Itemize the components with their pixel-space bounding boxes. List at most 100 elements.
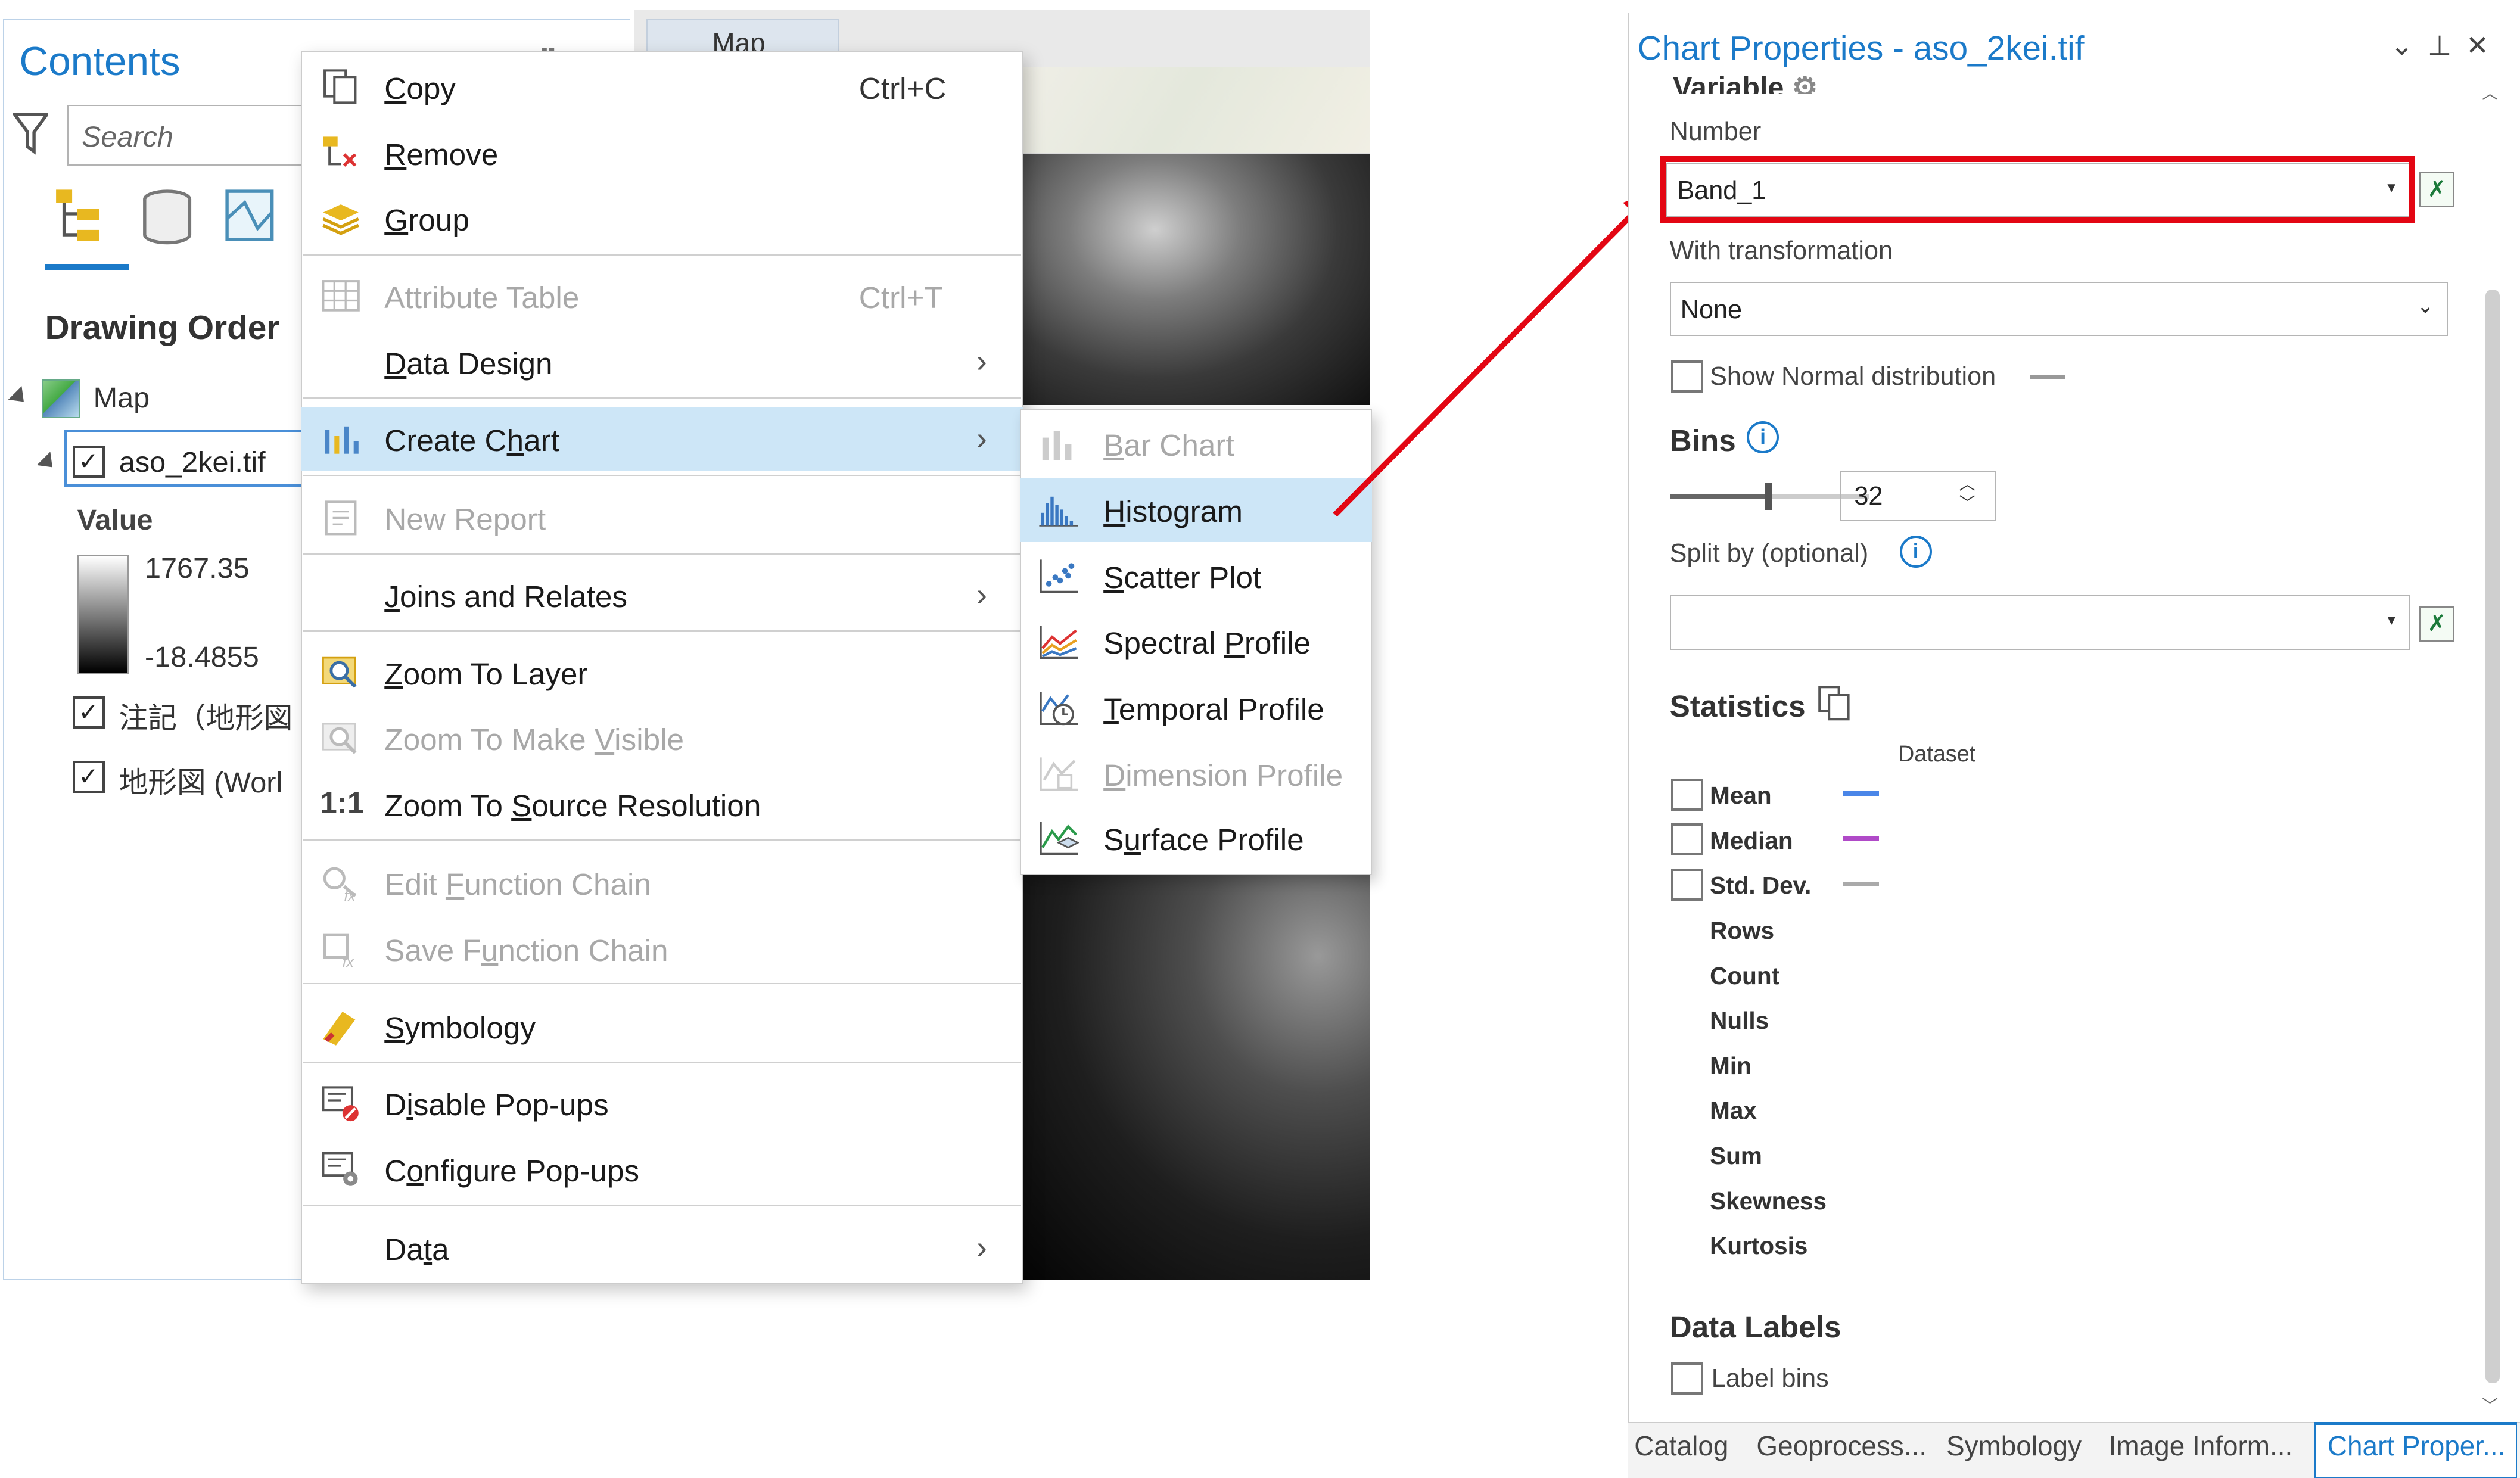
scroll-up-icon[interactable]: ︿ <box>2482 80 2498 104</box>
map-topographic-basemap[interactable] <box>1023 67 1371 155</box>
menu-item-remove[interactable]: Remove <box>301 121 1023 185</box>
chevron-right-icon: › <box>976 1229 987 1265</box>
submenu-item-scatter-plot[interactable]: Scatter Plot <box>1020 544 1372 608</box>
legend-value-label: Value <box>77 504 153 537</box>
mean-line-swatch <box>1843 791 1879 796</box>
pin-icon[interactable]: ⊥ <box>2428 30 2466 61</box>
normal-line-swatch <box>2030 375 2065 380</box>
split-by-dropdown[interactable]: ▾ <box>1669 595 2410 650</box>
save-function-chain-icon: fx <box>323 933 354 968</box>
menu-separator <box>302 982 1022 985</box>
legend-max-value: 1767.35 <box>145 552 250 585</box>
settings-icon: ⚙ <box>1791 71 1818 94</box>
menu-item-group[interactable]: Group <box>301 186 1023 251</box>
tab-catalog[interactable]: Catalog <box>1634 1430 1728 1462</box>
with-transformation-label: With transformation <box>1669 236 1893 265</box>
scatter-plot-icon <box>1040 559 1078 593</box>
legend-color-ramp <box>77 555 129 674</box>
bins-heading: Bins <box>1669 424 1736 458</box>
list-by-drawing-order-icon[interactable] <box>51 186 109 248</box>
close-icon[interactable]: ✕ <box>2466 30 2503 61</box>
menu-item-data-design[interactable]: Data Design › <box>301 330 1023 394</box>
menu-item-symbology[interactable]: Symbology <box>301 994 1023 1059</box>
scroll-down-icon[interactable]: ﹀ <box>2482 1393 2498 1416</box>
copy-icon <box>323 69 357 104</box>
std-dev-line-swatch <box>1843 881 1879 886</box>
menu-item-zoom-to-layer[interactable]: Zoom To Layer <box>301 640 1023 705</box>
median-label: Median <box>1710 826 1793 854</box>
report-icon <box>325 500 357 536</box>
menu-separator <box>302 1062 1022 1063</box>
tab-image-information[interactable]: Image Inform... <box>2109 1430 2293 1462</box>
menu-item-copy[interactable]: Copy Ctrl+C <box>301 55 1023 119</box>
show-normal-checkbox[interactable] <box>1671 360 1704 393</box>
split-by-info-icon[interactable]: i <box>1899 536 1932 568</box>
bins-slider-thumb[interactable] <box>1764 483 1773 510</box>
submenu-item-spectral-profile[interactable]: Spectral Profile <box>1020 609 1372 674</box>
disable-popups-icon <box>322 1086 359 1121</box>
bins-slider-fill <box>1669 493 1769 499</box>
layer-name[interactable]: aso_2kei.tif <box>119 446 266 479</box>
menu-item-attribute-table[interactable]: Attribute Table Ctrl+T <box>301 264 1023 328</box>
pane-scrollbar-thumb[interactable] <box>2485 290 2500 1383</box>
map-tree-label[interactable]: Map <box>94 381 150 415</box>
list-by-selection-icon[interactable] <box>222 186 280 248</box>
layer3-name[interactable]: 地形図 (Worl <box>119 759 282 801</box>
menu-item-edit-function-chain[interactable]: fx Edit Function Chain <box>301 851 1023 915</box>
group-layers-icon <box>322 204 360 235</box>
chevron-down-icon: ⌄ <box>2416 294 2434 318</box>
show-normal-label: Show Normal distribution <box>1710 362 1996 391</box>
bins-spinner[interactable]: ︿ ﹀ <box>1959 475 1975 514</box>
annotation-highlight-box <box>1660 155 2415 224</box>
statistics-heading: Statistics <box>1669 689 1806 723</box>
menu-item-zoom-to-make-visible[interactable]: Zoom To Make Visible <box>301 706 1023 770</box>
submenu-item-surface-profile[interactable]: Surface Profile <box>1020 806 1372 870</box>
temporal-profile-icon <box>1040 691 1078 725</box>
spin-down-icon[interactable]: ﹀ <box>1959 494 1975 513</box>
menu-item-disable-popups[interactable]: Disable Pop-ups <box>301 1071 1023 1135</box>
menu-item-configure-popups[interactable]: Configure Pop-ups <box>301 1137 1023 1202</box>
pane-controls: ⌄⊥✕ <box>2390 29 2503 61</box>
split-expression-icon[interactable]: ✗ <box>2419 606 2455 642</box>
layer2-name[interactable]: 注記（地形図 <box>119 695 293 736</box>
menu-item-joins-relates[interactable]: Joins and Relates › <box>301 563 1023 627</box>
menu-item-save-function-chain[interactable]: fx Save Function Chain <box>301 917 1023 981</box>
submenu-item-temporal-profile[interactable]: Temporal Profile <box>1020 676 1372 740</box>
list-by-source-icon[interactable] <box>138 186 196 248</box>
menu-item-create-chart[interactable]: Create Chart › <box>300 407 1023 472</box>
filter-icon[interactable] <box>13 110 48 158</box>
map-elevation-raster[interactable] <box>1023 154 1371 406</box>
map-elevation-raster-lower[interactable] <box>1023 875 1371 1281</box>
transformation-dropdown[interactable]: None ⌄ <box>1669 281 2449 337</box>
tab-geoprocessing[interactable]: Geoprocess... <box>1756 1430 1927 1462</box>
median-line-swatch <box>1843 836 1879 842</box>
layer3-visibility-checkbox[interactable]: ✓ <box>72 761 105 794</box>
menu-item-data[interactable]: Data › <box>301 1216 1023 1280</box>
expression-icon[interactable]: ✗ <box>2419 172 2455 208</box>
tab-symbology[interactable]: Symbology <box>1946 1430 2082 1462</box>
std-dev-label: Std. Dev. <box>1710 872 1812 900</box>
pane-menu-icon[interactable]: ⌄ <box>2390 30 2428 61</box>
mean-checkbox[interactable] <box>1671 778 1704 811</box>
map-icon <box>42 379 80 418</box>
copy-statistics-icon[interactable] <box>1815 684 1853 723</box>
menu-separator <box>302 254 1022 256</box>
layer2-visibility-checkbox[interactable]: ✓ <box>72 696 105 729</box>
layer-visibility-checkbox[interactable]: ✓ <box>72 445 105 478</box>
function-chain-icon: fx <box>323 867 357 903</box>
menu-item-new-report[interactable]: New Report <box>301 486 1023 550</box>
svg-text:fx: fx <box>344 888 356 903</box>
variable-heading: Variable ⚙ <box>1673 71 1818 94</box>
zoom-visible-icon <box>322 723 357 754</box>
search-input[interactable]: Search <box>67 104 309 166</box>
spin-up-icon[interactable]: ︿ <box>1959 475 1975 494</box>
std-dev-checkbox[interactable] <box>1671 869 1704 901</box>
label-bins-checkbox[interactable] <box>1671 1362 1704 1395</box>
mean-label: Mean <box>1710 782 1772 810</box>
median-checkbox[interactable] <box>1671 823 1704 856</box>
tab-chart-properties[interactable]: Chart Proper... <box>2328 1430 2505 1462</box>
submenu-item-dimension-profile[interactable]: Dimension Profile <box>1020 742 1372 806</box>
bar-chart-icon <box>1042 431 1072 460</box>
menu-item-zoom-to-source[interactable]: 1:1 Zoom To Source Resolution <box>301 772 1023 836</box>
annotation-arrow <box>1333 188 1659 517</box>
